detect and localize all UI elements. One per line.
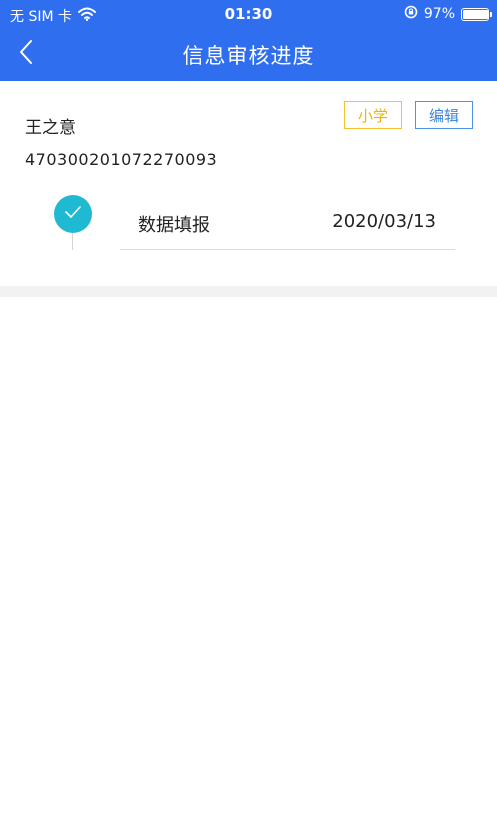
grade-badge: 小学 [344,101,402,129]
step-date: 2020/03/13 [332,211,436,232]
battery-icon [461,7,492,21]
battery-percent: 97% [423,6,455,22]
check-icon [63,204,83,224]
step-status-dot [54,195,92,233]
section-separator [0,286,497,297]
step-label: 数据填报 [138,215,210,236]
student-name: 王之意 [25,118,76,138]
orientation-lock-icon [404,5,418,23]
page-title: 信息审核进度 [182,44,315,68]
step-divider [120,249,455,250]
status-bar: 无 SIM 卡 01:30 97% [0,0,497,28]
nav-bar: 信息审核进度 [0,28,497,81]
student-id-number: 470300201072270093 [25,150,218,169]
battery-fill [463,9,489,19]
step-connector [72,233,73,250]
edit-button[interactable]: 编辑 [415,101,473,129]
student-card: 王之意 470300201072270093 小学 编辑 数据填报 2020/0… [0,81,497,286]
screen: 无 SIM 卡 01:30 97% 信息审核进度 王之意 47030020107… [0,0,497,835]
status-right: 97% [404,5,492,23]
